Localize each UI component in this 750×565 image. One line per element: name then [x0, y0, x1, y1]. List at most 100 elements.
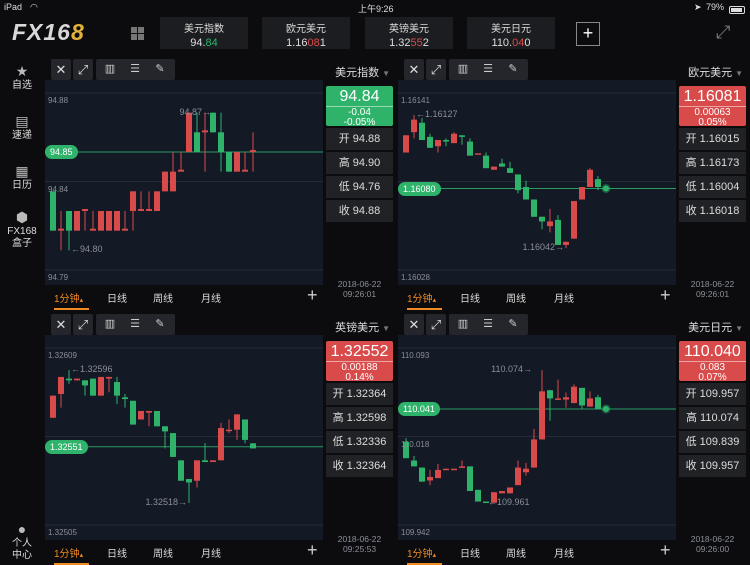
tab-label: 月线 [554, 294, 574, 305]
candle [555, 379, 561, 400]
sidebar-item[interactable]: ⬢ FX168 盒子 [0, 208, 44, 250]
add-indicator-button[interactable]: + [660, 540, 671, 561]
candlestick-chart[interactable]: 1.326091.325571.32505←1.325961.32518→1.3… [45, 335, 323, 540]
candle [82, 209, 88, 231]
add-indicator-button[interactable]: + [307, 540, 318, 561]
quote-tile[interactable]: 英镑美元 1.32552 [365, 17, 453, 49]
close-chart-button[interactable]: ✕ [51, 59, 71, 80]
tab-label: 周线 [506, 549, 526, 560]
tab-timeframe[interactable]: 月线 [554, 545, 574, 560]
tab-timeframe[interactable]: 月线 [201, 290, 221, 305]
tab-timeframe[interactable]: 日线 [460, 545, 480, 560]
timestamp-time: 09:25:53 [342, 544, 377, 554]
quote-tile[interactable]: 美元日元 110.040 [467, 17, 555, 49]
draw-tool-icon[interactable]: ✎ [148, 314, 172, 335]
candle-body [82, 209, 88, 211]
candle [226, 419, 232, 434]
settings-sliders-icon[interactable]: ☰ [123, 59, 147, 80]
close-chart-button[interactable]: ✕ [404, 59, 424, 80]
draw-tool-icon[interactable]: ✎ [501, 59, 525, 80]
settings-sliders-icon[interactable]: ☰ [476, 314, 500, 335]
candle [130, 400, 136, 425]
tab-timeframe[interactable]: 周线 [506, 290, 526, 305]
indicator-icon[interactable]: ▥ [451, 59, 475, 80]
chart-canvas [398, 347, 676, 526]
symbol-name: 美元指数 [335, 67, 380, 79]
tab-timeframe[interactable]: 周线 [153, 290, 173, 305]
settings-sliders-icon[interactable]: ☰ [476, 59, 500, 80]
quote-tile[interactable]: 欧元美元 1.16081 [262, 17, 350, 49]
quote-tile[interactable]: 美元指数 94.84 [160, 17, 248, 49]
quote-value-highlight: 08 [307, 37, 320, 49]
candle-body [106, 376, 112, 379]
candle [571, 384, 577, 404]
sidebar-item[interactable]: ★ 自选 [0, 62, 44, 92]
tab-timeframe[interactable]: 周线 [506, 545, 526, 560]
sidebar-item-label: FX168 盒子 [7, 226, 37, 249]
candle [202, 443, 208, 463]
y-axis-label: 1.16028 [401, 273, 430, 282]
candle [579, 387, 585, 409]
candle [595, 176, 601, 191]
candle [106, 376, 112, 393]
stat-high: 高 110.074 [679, 407, 746, 429]
add-indicator-button[interactable]: + [660, 285, 671, 306]
candle-body [74, 211, 80, 231]
tab-timeframe[interactable]: 月线 [201, 545, 221, 560]
sidebar-item[interactable]: ▤ 速递 [0, 112, 44, 142]
caret-up-icon: ▴ [432, 297, 437, 304]
tab-timeframe[interactable]: 周线 [153, 545, 173, 560]
tab-timeframe[interactable]: 月线 [554, 290, 574, 305]
draw-tool-icon[interactable]: ✎ [501, 314, 525, 335]
candle-body [186, 479, 192, 483]
expand-chart-button[interactable]: ⤢ [426, 314, 446, 335]
news-icon: ▤ [15, 113, 29, 129]
grid-layout-icon[interactable] [131, 27, 144, 40]
close-chart-button[interactable]: ✕ [404, 314, 424, 335]
quote-name: 美元日元 [491, 24, 531, 35]
indicator-icon[interactable]: ▥ [98, 314, 122, 335]
settings-sliders-icon[interactable]: ☰ [123, 314, 147, 335]
quote-value-suffix: 0 [524, 37, 531, 49]
candle [435, 464, 441, 479]
symbol-selector[interactable]: 欧元美元 ▼ [688, 64, 743, 80]
fullscreen-icon[interactable]: ⤢ [716, 22, 740, 46]
tab-timeframe[interactable]: 1分钟▴ [54, 290, 90, 310]
indicator-icon[interactable]: ▥ [451, 314, 475, 335]
expand-chart-button[interactable]: ⤢ [73, 59, 93, 80]
y-axis-label: 110.018 [401, 439, 430, 449]
candlestick-chart[interactable]: 94.88 94.84 94.79 94.87→ ←94.80 94.85 [45, 80, 323, 285]
timestamp-time: 09:26:01 [695, 289, 730, 299]
candle-body [138, 209, 144, 211]
tab-timeframe[interactable]: 1分钟▴ [407, 290, 443, 310]
tab-timeframe[interactable]: 1分钟▴ [54, 545, 90, 565]
calendar-icon: ▦ [15, 163, 29, 179]
symbol-selector[interactable]: 美元指数 ▼ [335, 64, 390, 80]
expand-chart-button[interactable]: ⤢ [73, 314, 93, 335]
star-icon: ★ [15, 63, 29, 79]
candlestick-chart[interactable]: 1.161411.160861.16028←1.161271.16042→1.1… [398, 80, 676, 285]
quote-summary: 110.040 0.083 0.07% 开 109.957 高 110.074 低 109… [679, 341, 746, 477]
stat-high: 高 1.16173 [679, 152, 746, 174]
indicator-icon[interactable]: ▥ [98, 59, 122, 80]
tab-timeframe[interactable]: 日线 [460, 290, 480, 305]
quote-value: 1.16081 [262, 37, 350, 49]
tab-timeframe[interactable]: 日线 [107, 290, 127, 305]
candle-body [579, 387, 585, 406]
price-change-percent: -0.05% [343, 117, 376, 128]
expand-chart-button[interactable]: ⤢ [426, 59, 446, 80]
current-price-tag: 94.85 [45, 145, 78, 159]
symbol-selector[interactable]: 美元日元 ▼ [688, 319, 743, 335]
candlestick-chart[interactable]: 110.093 110.018 109.942 110.074→ ←109.961 110… [398, 335, 676, 540]
close-chart-button[interactable]: ✕ [51, 314, 71, 335]
candle-body [491, 166, 497, 170]
add-quote-button[interactable]: + [576, 22, 600, 46]
sidebar-item[interactable]: ● 个人 中心 [0, 520, 44, 562]
sidebar-item[interactable]: ▦ 日历 [0, 162, 44, 192]
tab-timeframe[interactable]: 1分钟▴ [407, 545, 443, 565]
add-indicator-button[interactable]: + [307, 285, 318, 306]
timestamp: 2018-06-22 09:26:01 [326, 279, 393, 299]
draw-tool-icon[interactable]: ✎ [148, 59, 172, 80]
tab-timeframe[interactable]: 日线 [107, 545, 127, 560]
symbol-selector[interactable]: 英镑美元 ▼ [335, 319, 390, 335]
